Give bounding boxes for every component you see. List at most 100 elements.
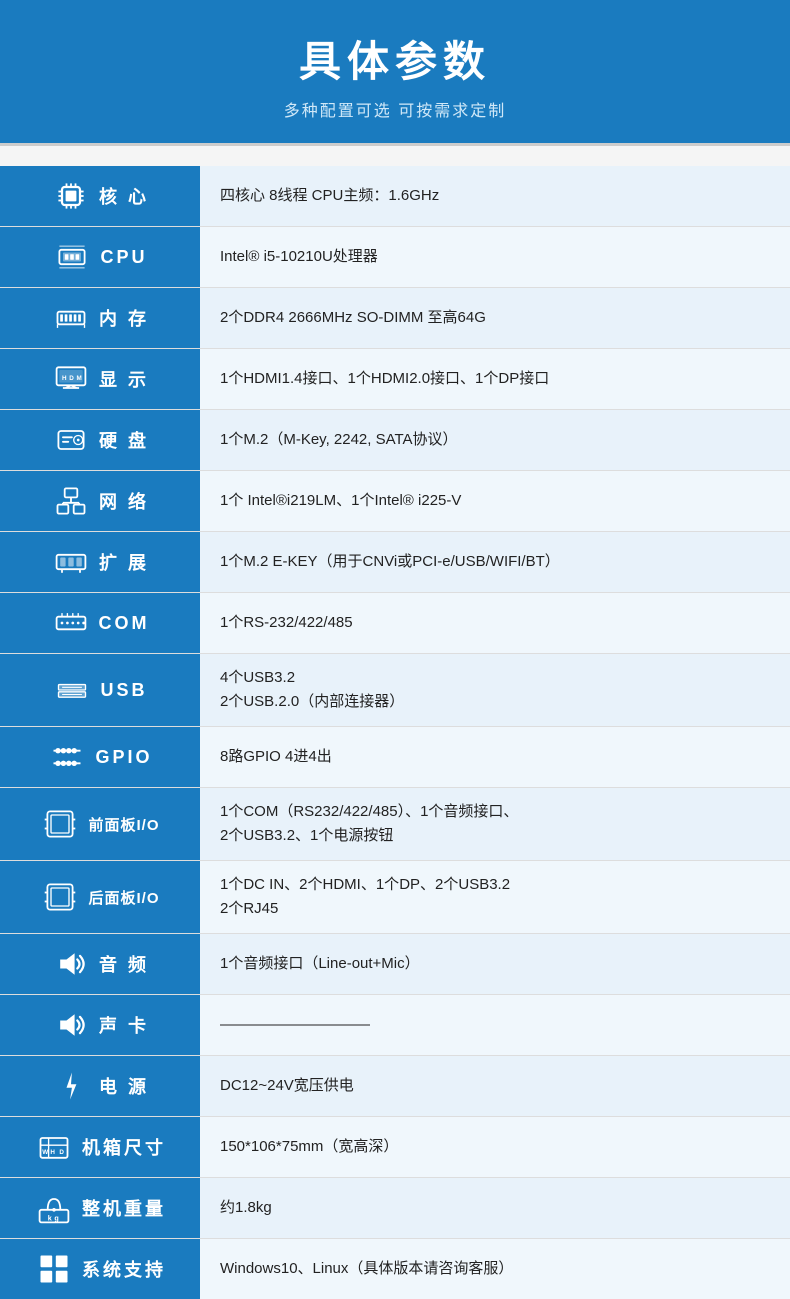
header-subtitle: 多种配置可选 可按需求定制 bbox=[20, 97, 770, 121]
spec-value-line: 2个USB.2.0（内部连接器） bbox=[220, 690, 404, 714]
front-io-icon bbox=[40, 804, 80, 844]
spec-value-chassis: 150*106*75mm（宽高深） bbox=[200, 1117, 790, 1177]
svg-text:HDMI: HDMI bbox=[62, 375, 89, 382]
spec-label-text-weight: 整机重量 bbox=[82, 1195, 166, 1221]
spec-label-weight: kg 整机重量 bbox=[0, 1178, 200, 1238]
spec-value-line: 1个COM（RS232/422/485）、1个音频接口、 bbox=[220, 800, 518, 824]
spec-table: 核 心 四核心 8线程 CPU主频：1.6GHz CPUIntel® i5-102… bbox=[0, 166, 790, 1299]
spec-label-text-display: 显 示 bbox=[99, 366, 149, 392]
spec-row-com: COM 1个RS-232/422/485 bbox=[0, 593, 790, 654]
spec-value-line: 2个RJ45 bbox=[220, 897, 510, 921]
spec-label-memory: 内 存 bbox=[0, 288, 200, 348]
spec-value-rear-io: 1个DC IN、2个HDMI、1个DP、2个USB3.22个RJ45 bbox=[200, 861, 790, 933]
svg-text:D: D bbox=[59, 1149, 66, 1156]
spec-row-usb: USB 4个USB3.22个USB.2.0（内部连接器） bbox=[0, 654, 790, 727]
spec-label-com: COM bbox=[0, 593, 200, 653]
spec-value-line: 2个USB3.2、1个电源按钮 bbox=[220, 824, 518, 848]
svg-text:H: H bbox=[50, 1149, 57, 1156]
weight-icon: kg bbox=[34, 1188, 74, 1228]
spec-value-core: 四核心 8线程 CPU主频：1.6GHz bbox=[200, 166, 790, 226]
spec-label-display: HDMI 显 示 bbox=[0, 349, 200, 409]
spec-label-text-expand: 扩 展 bbox=[99, 549, 149, 575]
spec-label-text-core: 核 心 bbox=[99, 183, 149, 209]
audio-icon bbox=[51, 944, 91, 984]
spec-label-text-audio: 音 频 bbox=[99, 951, 149, 977]
spec-value-os: Windows10、Linux（具体版本请咨询客服） bbox=[200, 1239, 790, 1299]
spec-value-storage: 1个M.2（M-Key, 2242, SATA协议） bbox=[200, 410, 790, 470]
power-icon bbox=[51, 1066, 91, 1106]
spec-label-text-usb: USB bbox=[100, 680, 147, 701]
spec-value-expand: 1个M.2 E-KEY（用于CNVi或PCI-e/USB/WIFI/BT） bbox=[200, 532, 790, 592]
header: 具体参数 多种配置可选 可按需求定制 bbox=[0, 0, 790, 143]
spec-label-core: 核 心 bbox=[0, 166, 200, 226]
spec-label-text-com: COM bbox=[99, 613, 150, 634]
chassis-icon: W H D bbox=[34, 1127, 74, 1167]
cpu-icon bbox=[51, 176, 91, 216]
rear-io-icon bbox=[40, 877, 80, 917]
spec-label-text-front-io: 前面板I/O bbox=[88, 814, 159, 835]
spec-row-os: 系统支持 Windows10、Linux（具体版本请咨询客服） bbox=[0, 1239, 790, 1299]
header-title: 具体参数 bbox=[20, 28, 770, 89]
spec-value-line: 4个USB3.2 bbox=[220, 666, 404, 690]
spec-row-audio: 音 频 1个音频接口（Line-out+Mic） bbox=[0, 934, 790, 995]
spec-row-chassis: W H D 机箱尺寸150*106*75mm（宽高深） bbox=[0, 1117, 790, 1178]
spec-label-text-network: 网 络 bbox=[99, 488, 149, 514]
spec-label-expand: 扩 展 bbox=[0, 532, 200, 592]
expand-icon bbox=[51, 542, 91, 582]
spec-label-os: 系统支持 bbox=[0, 1239, 200, 1299]
spec-label-usb: USB bbox=[0, 654, 200, 726]
spec-row-storage: 硬 盘 1个M.2（M-Key, 2242, SATA协议） bbox=[0, 410, 790, 471]
spec-label-text-storage: 硬 盘 bbox=[99, 427, 149, 453]
chip-icon bbox=[52, 237, 92, 277]
spec-label-soundcard: 声 卡 bbox=[0, 995, 200, 1055]
spec-label-storage: 硬 盘 bbox=[0, 410, 200, 470]
spec-label-text-cpu: CPU bbox=[100, 247, 147, 268]
spec-value-display: 1个HDMI1.4接口、1个HDMI2.0接口、1个DP接口 bbox=[200, 349, 790, 409]
spacer bbox=[0, 146, 790, 166]
spec-label-chassis: W H D 机箱尺寸 bbox=[0, 1117, 200, 1177]
spec-value-network: 1个 Intel®i219LM、1个Intel® i225-V bbox=[200, 471, 790, 531]
spec-row-front-io: 前面板I/O 1个COM（RS232/422/485）、1个音频接口、2个USB3… bbox=[0, 788, 790, 861]
spec-value-com: 1个RS-232/422/485 bbox=[200, 593, 790, 653]
svg-text:kg: kg bbox=[48, 1214, 62, 1223]
spec-value-usb: 4个USB3.22个USB.2.0（内部连接器） bbox=[200, 654, 790, 726]
os-icon bbox=[34, 1249, 74, 1289]
spec-label-text-memory: 内 存 bbox=[99, 305, 149, 331]
spec-value-weight: 约1.8kg bbox=[200, 1178, 790, 1238]
spec-label-text-os: 系统支持 bbox=[82, 1256, 166, 1282]
usb-icon bbox=[52, 670, 92, 710]
spec-value-power: DC12~24V宽压供电 bbox=[200, 1056, 790, 1116]
spec-row-memory: 内 存 2个DDR4 2666MHz SO-DIMM 至高64G bbox=[0, 288, 790, 349]
spec-row-gpio: GPIO 8路GPIO 4进4出 bbox=[0, 727, 790, 788]
soundcard-icon bbox=[51, 1005, 91, 1045]
spec-row-display: HDMI 显 示1个HDMI1.4接口、1个HDMI2.0接口、1个DP接口 bbox=[0, 349, 790, 410]
spec-row-rear-io: 后面板I/O 1个DC IN、2个HDMI、1个DP、2个USB3.22个RJ45 bbox=[0, 861, 790, 934]
spec-value-soundcard: —————————— bbox=[200, 995, 790, 1055]
com-icon bbox=[51, 603, 91, 643]
spec-label-cpu: CPU bbox=[0, 227, 200, 287]
spec-row-cpu: CPUIntel® i5-10210U处理器 bbox=[0, 227, 790, 288]
gpio-icon bbox=[47, 737, 87, 777]
spec-label-audio: 音 频 bbox=[0, 934, 200, 994]
spec-row-network: 网 络 1个 Intel®i219LM、1个Intel® i225-V bbox=[0, 471, 790, 532]
spec-label-power: 电 源 bbox=[0, 1056, 200, 1116]
spec-label-text-power: 电 源 bbox=[99, 1073, 149, 1099]
spec-value-gpio: 8路GPIO 4进4出 bbox=[200, 727, 790, 787]
spec-label-text-chassis: 机箱尺寸 bbox=[82, 1134, 166, 1160]
spec-label-text-gpio: GPIO bbox=[95, 747, 152, 768]
spec-row-power: 电 源 DC12~24V宽压供电 bbox=[0, 1056, 790, 1117]
display-icon: HDMI bbox=[51, 359, 91, 399]
spec-label-text-rear-io: 后面板I/O bbox=[88, 887, 159, 908]
spec-row-expand: 扩 展 1个M.2 E-KEY（用于CNVi或PCI-e/USB/WIFI/BT） bbox=[0, 532, 790, 593]
spec-label-front-io: 前面板I/O bbox=[0, 788, 200, 860]
spec-label-gpio: GPIO bbox=[0, 727, 200, 787]
hdd-icon bbox=[51, 420, 91, 460]
spec-value-memory: 2个DDR4 2666MHz SO-DIMM 至高64G bbox=[200, 288, 790, 348]
spec-row-weight: kg 整机重量约1.8kg bbox=[0, 1178, 790, 1239]
spec-label-network: 网 络 bbox=[0, 471, 200, 531]
spec-row-soundcard: 声 卡—————————— bbox=[0, 995, 790, 1056]
spec-label-rear-io: 后面板I/O bbox=[0, 861, 200, 933]
ram-icon bbox=[51, 298, 91, 338]
spec-row-core: 核 心 四核心 8线程 CPU主频：1.6GHz bbox=[0, 166, 790, 227]
spec-value-audio: 1个音频接口（Line-out+Mic） bbox=[200, 934, 790, 994]
